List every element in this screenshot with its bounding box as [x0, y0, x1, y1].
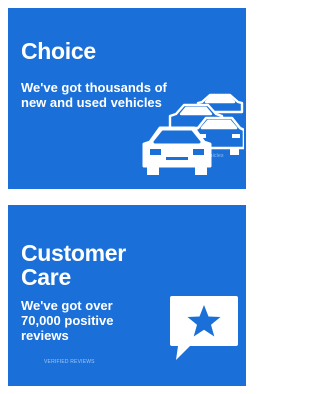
car-front: [142, 126, 212, 175]
choice-card: Choice We've got thousands of new and us…: [8, 8, 246, 189]
choice-title: Choice: [21, 38, 96, 64]
star-chat-icon: [170, 296, 238, 360]
customer-care-title: Customer Care: [21, 240, 126, 290]
cars-caption: vehicles: [204, 153, 224, 159]
customer-care-card: Customer Care We've got over 70,000 posi…: [8, 205, 246, 386]
cars-icon: [142, 93, 244, 175]
reviews-caption: VERIFIED REVIEWS: [44, 359, 95, 365]
customer-care-description: We've got over 70,000 positive reviews: [21, 298, 114, 343]
